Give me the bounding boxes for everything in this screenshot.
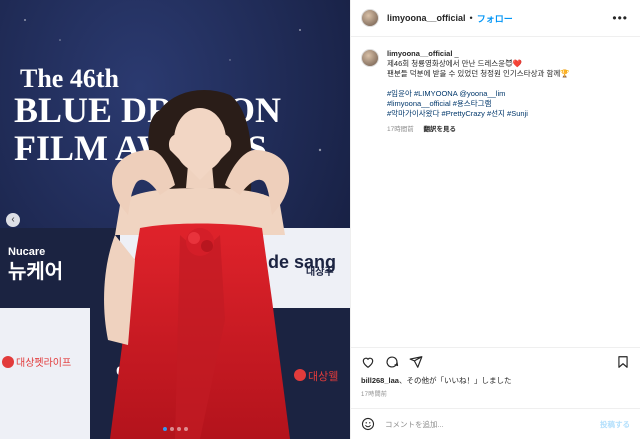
daesang-well-logo-icon: [294, 369, 306, 381]
liked-by-rest[interactable]: 、その他が「いいね！」しました: [399, 376, 512, 385]
post-photo[interactable]: The 46th BLUE DRAGON FILM AWARDS Nucare …: [0, 0, 350, 439]
caption-username[interactable]: limyoona__official: [387, 49, 452, 58]
translate-link[interactable]: 翻訳を見る: [424, 126, 457, 133]
hashtags: #임윤아 #LIMYOONA @yoona__lim #limyoona__of…: [387, 89, 570, 119]
instagram-post-modal: The 46th BLUE DRAGON FILM AWARDS Nucare …: [0, 0, 640, 439]
follow-button[interactable]: フォロー: [477, 12, 513, 25]
backdrop-line1: The 46th: [20, 64, 120, 93]
comment-bar: 投稿する: [351, 408, 640, 439]
carousel-dot: [183, 427, 188, 431]
action-bar: [351, 347, 640, 375]
header-separator: •: [469, 13, 473, 23]
caption-trailing: _: [454, 49, 459, 58]
sponsor-nucare-small: Nucare: [8, 246, 45, 258]
likes-line: bill268_laa、その他が「いいね！」しました: [351, 375, 640, 386]
photo-illustration: The 46th BLUE DRAGON FILM AWARDS Nucare …: [0, 0, 350, 439]
caption: limyoona__official _ 제46회 청룡영화상에서 만난 드레스…: [361, 49, 628, 135]
sponsor-daesang-well: 대상웰: [308, 370, 338, 383]
carousel-dot: [176, 427, 181, 431]
carousel-dot: [162, 427, 167, 431]
hashtag-line1[interactable]: #임윤아 #LIMYOONA @yoona__lim: [387, 89, 570, 99]
heart-icon[interactable]: [361, 355, 375, 369]
liked-by-user[interactable]: bill268_laa: [361, 376, 399, 385]
daesang-pet-logo-icon: [2, 356, 14, 368]
hashtag-line3[interactable]: #악마가이사왔다 #PrettyCrazy #선지 #Sunji: [387, 109, 570, 119]
carousel-dot: [169, 427, 174, 431]
caption-text: limyoona__official _ 제46회 청룡영화상에서 만난 드레스…: [387, 49, 570, 135]
caption-time[interactable]: 17時間前: [387, 126, 414, 133]
header-username[interactable]: limyoona__official: [387, 13, 466, 23]
post-sidebar: limyoona__official • フォロー ••• limyoona__…: [350, 0, 640, 439]
comment-input[interactable]: [385, 419, 600, 429]
emoji-icon[interactable]: [361, 417, 375, 431]
share-icon[interactable]: [409, 355, 423, 369]
caption-line1: 제46회 청룡영화상에서 만난 드레스윤😈❤️: [387, 59, 523, 68]
carousel-dots: [0, 427, 350, 431]
avatar[interactable]: [361, 49, 379, 67]
bookmark-icon[interactable]: [616, 355, 630, 369]
hashtag-line2[interactable]: #limyoona__official #용스타그램: [387, 99, 570, 109]
comment-icon[interactable]: [385, 355, 399, 369]
avatar[interactable]: [361, 9, 379, 27]
sponsor-nucare-big: 뉴케어: [8, 259, 63, 283]
sponsor-daesang-pet: 대상펫라이프: [16, 357, 71, 369]
sponsor-daesang: 대상주: [306, 265, 334, 278]
post-date[interactable]: 17時間前: [351, 386, 640, 398]
previous-image-button[interactable]: ‹: [6, 213, 20, 227]
caption-line2: 팬분들 덕분에 받을 수 있었던 청정원 인기스타상과 함께🏆: [387, 69, 570, 78]
more-options-icon[interactable]: •••: [612, 11, 628, 25]
post-header: limyoona__official • フォロー •••: [351, 0, 640, 37]
comments-area: limyoona__official _ 제46회 청룡영화상에서 만난 드레스…: [351, 37, 640, 347]
caption-time-row: 17時間前 翻訳を見る: [387, 125, 570, 135]
post-comment-button[interactable]: 投稿する: [600, 419, 630, 430]
